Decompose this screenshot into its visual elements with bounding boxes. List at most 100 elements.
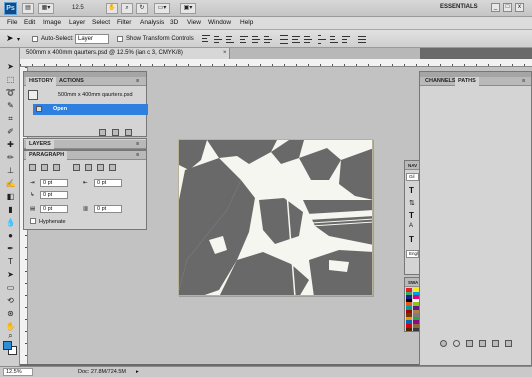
3d-orbit-tool-icon[interactable]: ⊛ bbox=[5, 309, 16, 319]
tool-preset-chevron-icon[interactable]: ▾ bbox=[17, 36, 20, 43]
tab-history[interactable]: HISTORY bbox=[26, 77, 57, 86]
hand-tool-icon[interactable]: ✋ bbox=[106, 3, 118, 14]
menu-filter[interactable]: Filter bbox=[117, 19, 131, 26]
move-tool-icon[interactable]: ➤ bbox=[6, 33, 14, 44]
quick-select-tool-icon[interactable]: ✎ bbox=[5, 101, 16, 111]
indent-right-field[interactable]: 0 pt bbox=[94, 179, 122, 187]
screen-mode-icon[interactable]: ▣▾ bbox=[180, 3, 196, 14]
zoom-level[interactable]: 12.5 bbox=[72, 3, 98, 14]
delete-path-icon[interactable] bbox=[505, 340, 512, 347]
make-work-path-icon[interactable] bbox=[479, 340, 486, 347]
align-left-text-icon[interactable] bbox=[29, 164, 36, 171]
tab-paths[interactable]: PATHS bbox=[455, 77, 479, 86]
menu-select[interactable]: Select bbox=[92, 19, 110, 26]
eyedropper-tool-icon[interactable]: ✐ bbox=[5, 127, 16, 137]
menu-view[interactable]: View bbox=[187, 19, 201, 26]
justify-last-left-icon[interactable] bbox=[73, 164, 80, 171]
auto-select-checkbox[interactable] bbox=[32, 36, 38, 42]
workspace-switcher[interactable]: ESSENTIALS bbox=[440, 4, 478, 10]
align-left-icon[interactable] bbox=[240, 35, 248, 43]
arrange-icon[interactable]: ▭▾ bbox=[154, 3, 170, 14]
tab-paragraph[interactable]: PARAGRAPH bbox=[26, 151, 68, 160]
rotate-icon[interactable]: ↻ bbox=[136, 3, 148, 14]
healing-brush-tool-icon[interactable]: ✚ bbox=[5, 140, 16, 150]
distribute-hcenter-icon[interactable] bbox=[330, 35, 338, 43]
justify-last-center-icon[interactable] bbox=[85, 164, 92, 171]
tab-layers[interactable]: LAYERS bbox=[26, 140, 54, 149]
load-path-selection-icon[interactable] bbox=[466, 340, 473, 347]
document-tab[interactable]: 500mm x 400mm qaurters.psd @ 12.5% (ian … bbox=[20, 48, 230, 59]
auto-align-icon[interactable] bbox=[358, 35, 366, 43]
align-right-icon[interactable] bbox=[264, 35, 272, 43]
justify-all-icon[interactable] bbox=[109, 164, 116, 171]
menu-edit[interactable]: Edit bbox=[24, 19, 35, 26]
history-brush-source-icon[interactable] bbox=[36, 106, 42, 112]
indent-left-field[interactable]: 0 pt bbox=[40, 179, 68, 187]
crop-tool-icon[interactable]: ⌗ bbox=[5, 114, 16, 124]
menu-image[interactable]: Image bbox=[43, 19, 61, 26]
panel-menu-icon[interactable]: ≡ bbox=[136, 152, 139, 158]
history-state-open[interactable]: Open bbox=[33, 104, 148, 115]
swatch-color[interactable] bbox=[406, 327, 412, 332]
indent-first-line-field[interactable]: 0 pt bbox=[40, 191, 68, 199]
zoom-tool-icon[interactable]: ⌕ bbox=[5, 331, 16, 341]
dodge-tool-icon[interactable]: ● bbox=[5, 231, 16, 241]
language-field[interactable]: Engl bbox=[406, 250, 419, 258]
foreground-color-swatch[interactable] bbox=[3, 341, 12, 350]
space-after-field[interactable]: 0 pt bbox=[94, 205, 122, 213]
align-top-icon[interactable] bbox=[202, 35, 210, 43]
new-snapshot-icon[interactable] bbox=[112, 129, 119, 136]
tab-navigator[interactable]: NAV bbox=[405, 161, 420, 170]
menu-help[interactable]: Help bbox=[240, 19, 253, 26]
panel-menu-icon[interactable]: ≡ bbox=[522, 78, 525, 84]
hyphenate-checkbox[interactable] bbox=[30, 218, 36, 224]
3d-rotate-tool-icon[interactable]: ⟲ bbox=[5, 296, 16, 306]
horizontal-ruler[interactable] bbox=[20, 59, 532, 67]
distribute-bottom-icon[interactable] bbox=[304, 35, 312, 43]
stroke-path-icon[interactable] bbox=[453, 340, 460, 347]
distribute-top-icon[interactable] bbox=[280, 35, 288, 44]
blur-tool-icon[interactable]: 💧 bbox=[5, 218, 16, 228]
panel-menu-icon[interactable]: ≡ bbox=[136, 78, 139, 84]
fill-path-icon[interactable] bbox=[440, 340, 447, 347]
lasso-tool-icon[interactable]: ➰ bbox=[5, 88, 16, 98]
new-path-icon[interactable] bbox=[492, 340, 499, 347]
align-bottom-icon[interactable] bbox=[226, 35, 234, 43]
path-select-tool-icon[interactable]: ➤ bbox=[5, 270, 16, 280]
minimize-button[interactable]: _ bbox=[491, 3, 500, 12]
distribute-right-icon[interactable] bbox=[342, 35, 350, 43]
align-hcenter-icon[interactable] bbox=[252, 35, 260, 43]
menu-analysis[interactable]: Analysis bbox=[140, 19, 164, 26]
snapshot-name[interactable]: 500mm x 400mm qaurters.psd bbox=[58, 92, 133, 98]
tab-swatches[interactable]: SWA bbox=[405, 278, 421, 287]
brush-tool-icon[interactable]: ✏ bbox=[5, 153, 16, 163]
space-before-field[interactable]: 0 pt bbox=[40, 205, 68, 213]
delete-state-icon[interactable] bbox=[125, 129, 132, 136]
status-arrow-icon[interactable]: ▸ bbox=[136, 369, 139, 375]
marquee-tool-icon[interactable]: ⬚ bbox=[5, 75, 16, 85]
align-vcenter-icon[interactable] bbox=[214, 35, 222, 43]
close-button[interactable]: x bbox=[515, 3, 524, 12]
align-center-text-icon[interactable] bbox=[41, 164, 48, 171]
show-transform-checkbox[interactable] bbox=[117, 36, 123, 42]
document-icon[interactable]: ▤ bbox=[22, 3, 34, 14]
menu-layer[interactable]: Layer bbox=[69, 19, 85, 26]
font-family-field[interactable]: Gil bbox=[406, 173, 419, 181]
distribute-left-icon[interactable] bbox=[318, 35, 326, 44]
menu-3d[interactable]: 3D bbox=[170, 19, 178, 26]
swatch-color[interactable] bbox=[413, 327, 419, 332]
justify-last-right-icon[interactable] bbox=[97, 164, 104, 171]
pen-tool-icon[interactable]: ✒ bbox=[5, 244, 16, 254]
shape-tool-icon[interactable]: ▭ bbox=[5, 283, 16, 293]
tab-channels[interactable]: CHANNELS bbox=[422, 77, 459, 86]
move-tool-icon[interactable]: ➤ bbox=[5, 62, 16, 72]
gradient-tool-icon[interactable]: ▮ bbox=[5, 205, 16, 215]
menu-file[interactable]: File bbox=[7, 19, 17, 26]
frame-icon[interactable]: ▦▾ bbox=[38, 3, 54, 14]
new-document-from-state-icon[interactable] bbox=[99, 129, 106, 136]
type-tool-icon[interactable]: T bbox=[5, 257, 16, 267]
clone-stamp-tool-icon[interactable]: ⊥ bbox=[5, 166, 16, 176]
close-document-icon[interactable]: × bbox=[223, 50, 227, 56]
status-zoom-field[interactable]: 12.5% bbox=[3, 368, 33, 376]
tab-actions[interactable]: ACTIONS bbox=[56, 77, 87, 86]
